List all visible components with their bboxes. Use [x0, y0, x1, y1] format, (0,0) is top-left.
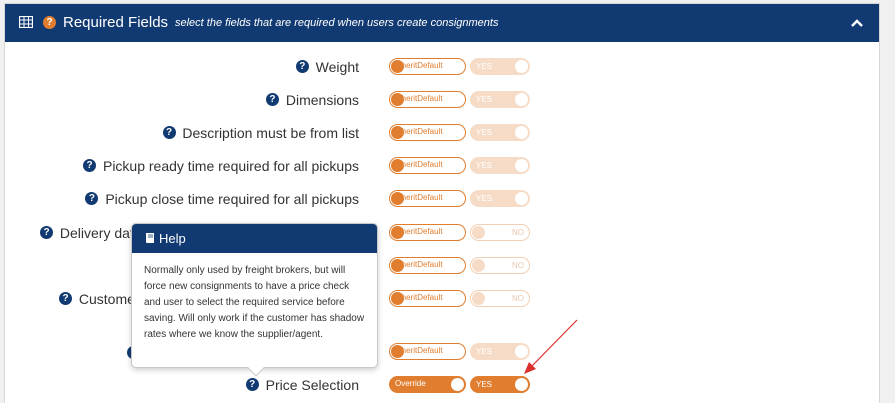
panel-header[interactable]: ? Required Fields select the fields that… — [5, 4, 879, 42]
value-toggle[interactable]: NO — [470, 290, 530, 307]
inherit-default-toggle[interactable]: InheritDefault — [389, 124, 466, 141]
question-circle-icon[interactable]: ? — [295, 60, 309, 74]
field-label: ? Description must be from list — [162, 125, 359, 141]
field-row-pickup-ready: ? Pickup ready time required for all pic… — [5, 156, 879, 176]
field-row-weight: ? Weight InheritDefault YES — [5, 57, 879, 77]
field-row-dimensions: ? Dimensions InheritDefault YES — [5, 90, 879, 110]
field-row-price-selection: ? Price Selection Override YES — [5, 375, 879, 395]
field-label: ? Price Selection — [245, 377, 359, 393]
annotation-arrow-icon — [524, 319, 578, 374]
question-circle-icon[interactable]: ? — [265, 93, 279, 107]
inherit-default-toggle[interactable]: InheritDefault — [389, 224, 466, 241]
panel-subtitle: select the fields that are required when… — [175, 17, 499, 29]
field-label: ? Pickup ready time required for all pic… — [83, 158, 359, 174]
question-circle-icon[interactable]: ? — [85, 192, 99, 206]
question-circle-icon[interactable]: ? — [245, 378, 259, 392]
question-circle-icon[interactable]: ? — [40, 226, 53, 240]
field-label: ? Customer — [59, 291, 140, 307]
field-label: ? Dimensions — [265, 92, 359, 108]
chevron-up-icon[interactable] — [849, 15, 865, 31]
inherit-default-toggle[interactable]: InheritDefault — [389, 290, 466, 307]
question-circle-icon[interactable]: ? — [59, 292, 72, 306]
inherit-default-toggle[interactable]: InheritDefault — [389, 343, 466, 360]
field-row-description: ? Description must be from list InheritD… — [5, 123, 879, 143]
value-toggle[interactable]: NO — [470, 257, 530, 274]
value-toggle[interactable]: YES — [470, 58, 530, 75]
value-toggle[interactable]: YES — [470, 376, 530, 393]
inherit-default-toggle[interactable]: InheritDefault — [389, 257, 466, 274]
field-row-pickup-close: ? Pickup close time required for all pic… — [5, 189, 879, 209]
inherit-default-toggle[interactable]: InheritDefault — [389, 190, 466, 207]
value-toggle[interactable]: YES — [470, 157, 530, 174]
field-label: ? Delivery dat — [40, 225, 134, 241]
help-tooltip: Help Normally only used by freight broke… — [131, 223, 378, 377]
question-circle-icon[interactable]: ? — [162, 126, 176, 140]
table-icon — [19, 16, 33, 28]
panel-title: Required Fields — [63, 14, 169, 31]
tooltip-header: Help — [132, 224, 377, 253]
inherit-default-toggle[interactable]: InheritDefault — [389, 157, 466, 174]
value-toggle[interactable]: YES — [470, 91, 530, 108]
tooltip-body: Normally only used by freight brokers, b… — [144, 265, 365, 340]
value-toggle[interactable]: YES — [470, 190, 530, 207]
question-circle-icon[interactable]: ? — [43, 16, 56, 29]
override-toggle[interactable]: Override — [389, 376, 466, 393]
value-toggle[interactable]: NO — [470, 224, 530, 241]
inherit-default-toggle[interactable]: InheritDefault — [389, 58, 466, 75]
field-label: ? Pickup close time required for all pic… — [85, 191, 359, 207]
inherit-default-toggle[interactable]: InheritDefault — [389, 91, 466, 108]
value-toggle[interactable]: YES — [470, 124, 530, 141]
tooltip-title: Help — [159, 231, 186, 246]
question-circle-icon[interactable]: ? — [83, 159, 97, 173]
book-icon — [146, 233, 154, 243]
field-label: ? Weight — [295, 59, 359, 75]
